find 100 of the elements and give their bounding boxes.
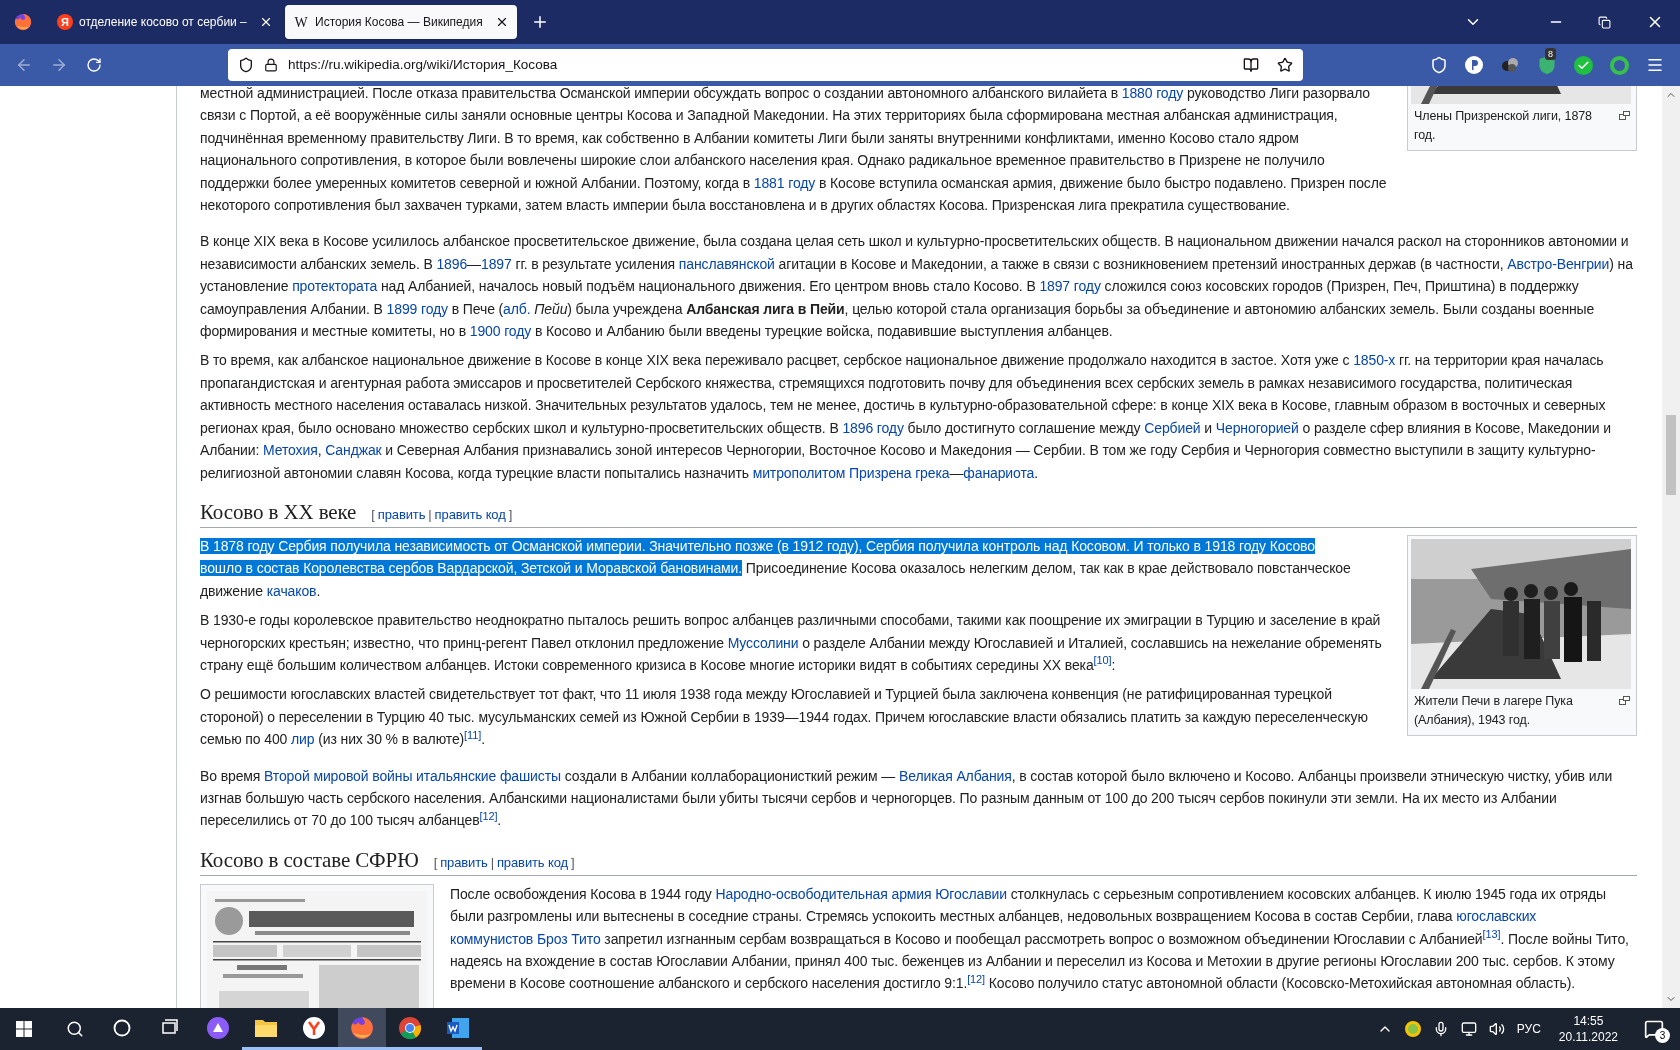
- menu-icon[interactable]: [1646, 56, 1664, 74]
- link[interactable]: Санджак: [325, 442, 382, 459]
- network-icon[interactable]: [1460, 1021, 1477, 1037]
- assistant-icon[interactable]: [206, 1015, 230, 1040]
- punctuation: [: [433, 854, 438, 870]
- bookmark-star-icon[interactable]: [1277, 57, 1293, 73]
- link[interactable]: грека: [915, 464, 950, 481]
- reload-icon[interactable]: [86, 57, 102, 73]
- footnote-link[interactable]: [10]: [1093, 654, 1112, 667]
- notifications-icon[interactable]: [1644, 1019, 1664, 1039]
- footnote-link[interactable]: [12]: [967, 972, 986, 985]
- image-caption: Члены Призренской лиги, 1878 год.: [1414, 108, 1593, 144]
- paragraph: В то время, как албанское национальное движение в Косове в конце XIX века переживало расцвет, сербское национальное движение продолжало находится в застое. Хотя уже с 1850-х гг. на территории края началась пропагандистская и агентурная работа эмиссаров и просветителей Сербского княжества, стремящихся подготовить почву для объединения всех сербских земель в рамках независимого государства, политическая активность местного населения оставалась низкой. Значительных результатов удалось, тем не менее, достичь в культурно-образовательной сфере: в конце XIX века в Косове, главным образом в восточных и северных регионах края, было основано множество сербских школ и культурно-просветительских обществ. В 1896 году было достигнуто соглашение между Сербией и Черногорией о разделе сфер влияния в Косове, Македонии и Албании: Метохия, Санджак и Северная Албания признавались зоной интересов Черногории, Восточное Косово и Македония — Сербии. В том же году Сербия и Черногория совместно выступили в защиту культурно-религиозной автономии славян Косова, когда турецкие власти попытались назначить митрополитом Призрена грека—фанариота.: [200, 351, 1612, 483]
- link[interactable]: 1900 году: [469, 323, 532, 340]
- favicon-icon: W: [293, 14, 309, 30]
- browser-tab[interactable]: W История Косова — Википедия: [285, 5, 517, 39]
- search-icon[interactable]: [66, 1020, 84, 1038]
- enlarge-icon[interactable]: [1619, 111, 1630, 120]
- new-tab-icon[interactable]: [531, 13, 549, 31]
- link[interactable]: 1897: [481, 255, 512, 272]
- shield-icon[interactable]: [238, 57, 254, 73]
- lock-icon: [264, 58, 278, 72]
- url-text: https://ru.wikipedia.org/wiki/История_Косова: [288, 55, 559, 74]
- link[interactable]: 1880 году: [1121, 86, 1184, 101]
- favicon-icon: Я: [57, 14, 73, 30]
- link[interactable]: Второй мировой войны: [264, 767, 413, 784]
- close-icon[interactable]: [495, 15, 509, 29]
- link[interactable]: править: [440, 854, 488, 870]
- link[interactable]: Сербией: [1144, 419, 1201, 436]
- selected-text: В 1878 году Сербия получила независимость от Османской империи. Значительно позже (в 1912 году), Сербия получила контроль над Косовом. И только в 1918 году Косово: [200, 537, 1315, 554]
- link[interactable]: 1896: [436, 255, 468, 272]
- punctuation: [: [371, 506, 375, 522]
- tray-app-icon[interactable]: [1404, 1021, 1421, 1037]
- check-icon[interactable]: [1574, 55, 1593, 75]
- word-icon[interactable]: [446, 1016, 470, 1039]
- task-view-icon[interactable]: [161, 1018, 179, 1037]
- link[interactable]: править код: [434, 506, 506, 522]
- punctuation: |: [490, 854, 494, 870]
- link[interactable]: панславянской: [678, 255, 775, 272]
- link[interactable]: Австро-Венгрии: [1507, 255, 1610, 272]
- reader-view-icon[interactable]: [1243, 57, 1259, 73]
- punctuation: ]: [571, 854, 575, 870]
- language-indicator[interactable]: РУС: [1516, 1020, 1541, 1038]
- close-icon[interactable]: [259, 15, 273, 29]
- scrollbar-thumb[interactable]: [1666, 415, 1676, 495]
- link[interactable]: 1899 году: [386, 300, 448, 317]
- paragraph: В 1878 году Сербия получила независимость от Османской империи. Значительно позже (в 1912 году), Сербия получила контроль над Косовом. И только в 1918 году Косово вошло в состав Королевства сербов Вардарской, Зетской и Моравской бановинами. Присоединение Косова оказалось нелегким делом, так как в крае действовало повстанческое движение качаков.: [200, 536, 1352, 601]
- browser-tab[interactable]: Я отделение косово от сербии –: [49, 5, 281, 39]
- paragraph: Во время Второй мировой войны итальянские фашисты создали в Албании коллаборационисткий режим — Великая Албания, в состав которой было включено и Косово. Албанцы произвели этническую чистку, убив или изгнав большую часть сербского населения. Албанскими националистами были убиты тысячи сербов и черногорцев. По разным данным от 100 до 200 тысяч сербов покинули эти земли. На их место из Албании переселились от 70 до 100 тысяч албанцев$^{[12]}$.: [200, 766, 1614, 831]
- link[interactable]: югославских: [1456, 908, 1537, 925]
- windows-start-icon[interactable]: [16, 1021, 32, 1037]
- cortana-icon[interactable]: [113, 1018, 131, 1037]
- paragraph: О решимости югославских властей свидетельствует тот факт, что 11 июля 1938 года между Югославией и Турцией была заключена конвенция (не ратифицированная турецкой стороной) о переселении в Турцию 40 тыс. мусульманских семей из Южной Сербии в 1939—1944 годах. Причем югославские власти обязались платить за каждую переселенческую семью по 400 лир (из них 30 % в валюте)$^{[11]}$.: [200, 685, 1369, 750]
- selected-text: вошло в состав Королевства сербов Вардарской, Зетской и Моравской бановинами.: [200, 560, 743, 577]
- link[interactable]: Великая Албания: [899, 767, 1012, 784]
- link[interactable]: 1896 году: [842, 419, 904, 436]
- section-heading: Косово в XX веке: [200, 498, 357, 526]
- link[interactable]: лир: [291, 731, 315, 748]
- footnote-link[interactable]: [11]: [464, 728, 482, 741]
- tab-title: История Косова — Википедия: [315, 14, 484, 31]
- link[interactable]: править код: [496, 854, 568, 870]
- extension-icon[interactable]: [1500, 56, 1520, 74]
- punctuation: ]: [508, 506, 513, 522]
- volume-icon[interactable]: [1488, 1021, 1505, 1037]
- footnote-link[interactable]: [12]: [479, 809, 498, 822]
- link[interactable]: протектората: [292, 278, 378, 295]
- extension-badge: 8: [1545, 48, 1556, 60]
- link[interactable]: Муссолини: [727, 634, 799, 651]
- link[interactable]: Народно-освободительная армия Югославии: [715, 885, 1007, 902]
- paragraph: В конце XIX века в Косове усилилось албанское просветительское движение, была создана целая сеть школ и культурно-просветительских обществ. В национальном движении начался раскол на сторонников автономии и независимости албанских земель. В 1896—1897 гг. в результате усиления панславянской агитации в Косове и Македонии, а также в связи с возникновением претензий иностранных держав (в частности, Австро-Венгрии) на установление протектората над Албанией, началось новый подъём национального движения. Его центром вновь стало Косово. В 1897 году сложился союз косовских городов (Призрен, Печ, Приштина) в поддержку самоуправления Албании. В 1899 году в Пече (алб. Пейи) была учреждена Албанская лига в Пейи, целью которой стала организация борьбы за объединение и автономию албанских земель. Были созданы военные формирования и местные комитеты, но в 1900 году в Косово и Албанию были введены турецкие войска, подавившие выступления албанцев.: [200, 232, 1634, 342]
- link[interactable]: 1897 году: [1039, 278, 1101, 295]
- footnote-link[interactable]: [13]: [1482, 928, 1501, 941]
- ring-icon[interactable]: [1610, 55, 1629, 75]
- link[interactable]: Черногорией: [1215, 419, 1299, 436]
- link[interactable]: коммунистов Броз Тито: [450, 930, 601, 947]
- link[interactable]: 1881 году: [753, 174, 816, 191]
- firefox-icon[interactable]: [13, 13, 32, 31]
- link[interactable]: править: [377, 506, 426, 522]
- extension-icon[interactable]: [1465, 56, 1483, 74]
- restore-icon[interactable]: [1598, 15, 1611, 29]
- address-bar[interactable]: https://ru.wikipedia.org/wiki/История_Косова: [228, 49, 1303, 81]
- firefox-icon[interactable]: [350, 1015, 374, 1040]
- section-heading: Косово в составе СФРЮ: [200, 846, 419, 874]
- paragraph: местной администрацией. После отказа правительства Османской империи обсуждать вопрос о создании автономного албанского вилайета в 1880 году руководство Лиги разорвало связи с Портой, а её вооружённые силы заняли основные центры Косова и Западной Македонии. На этих территориях была сформирована местная албанская администрация, подчинённая временному правительству Лиги. В то время, как собственно в Албании комитеты Лиги были заняты внутренними конфликтами, именно Косово стало ядром национального сопротивления, в которое были вовлечены широкие слои албанского населения края. Однако радикальное временное правительство в Призрене не получило поддержки более умеренных комитетов северной и южной Албании. Поэтому, когда в 1881 году в Косове вступила османская армия, движение было быстро подавлено. Призрен после некоторого сопротивления был захвачен турками, затем власть империи была восстановлена и в других областях Косова. Призренская лига прекратила существование.: [200, 86, 1388, 216]
- browser-icon[interactable]: [302, 1015, 326, 1040]
- clock[interactable]: 14:55 20.11.2022: [1558, 1013, 1618, 1045]
- chrome-icon[interactable]: [398, 1015, 422, 1040]
- paragraph: В 1930-е годы королевское правительство неоднократно пыталось решить вопрос албанцев различными способами, такими как поощрение их эмиграции в Турцию и заселение в край черногорских крестьян; известно, что принц-регент Павел отклонил предложение Муссолини о разделе Албании между Югославией и Италией, сославшись на нежелание обременять страну ещё большим количеством албанцев. Истоки современного кризиса в Косове многие историки видят в событиях середины XX века$^{[10]}$:: [200, 611, 1383, 675]
- tab-title: отделение косово от сербии –: [79, 14, 248, 31]
- enlarge-icon[interactable]: [1619, 695, 1630, 705]
- punctuation: |: [428, 506, 432, 522]
- link[interactable]: итальянские фашисты: [416, 767, 561, 784]
- link[interactable]: Метохия: [263, 442, 318, 459]
- link[interactable]: алб.: [503, 300, 531, 317]
- notification-count: 3: [1655, 1028, 1670, 1043]
- link[interactable]: 1850-х: [1353, 352, 1396, 369]
- paragraph: После освобождения Косова в 1944 году Народно-освободительная армия Югославии столкнулась с серьезным сопротивлением косовских албанцев. К июлю 1945 года их отряды были разгромлены или вытеснены в соседние страны. Стремясь успокоить местных албанцев, недовольных возвращением Косова в состав Сербии, глава югославских коммунистов Броз Тито запретил изгнанным сербам возвращаться в Косово и пообещал рассмотреть вопрос о возможном объединении Югославии с Албанией$^{[13]}$. После войны Тито, надеясь на вхождение в состав Югославии Албании, принял 400 тыс. беженцев из Албании и переселил из Косова и Метохии в другие регионы Югославии 200 тыс. сербов. К этому времени в Косове соотношение албанского и сербского населения достигло 9:1.$^{[12]}$ Косово получило статус автономной области (Косовско-Метохийская автономная область).: [450, 884, 1630, 994]
- link[interactable]: митрополитом Призрена: [752, 464, 912, 481]
- folder-icon[interactable]: [254, 1017, 278, 1038]
- image-caption: Жители Печи в лагере Пука (Албания), 1943 год.: [1414, 692, 1574, 729]
